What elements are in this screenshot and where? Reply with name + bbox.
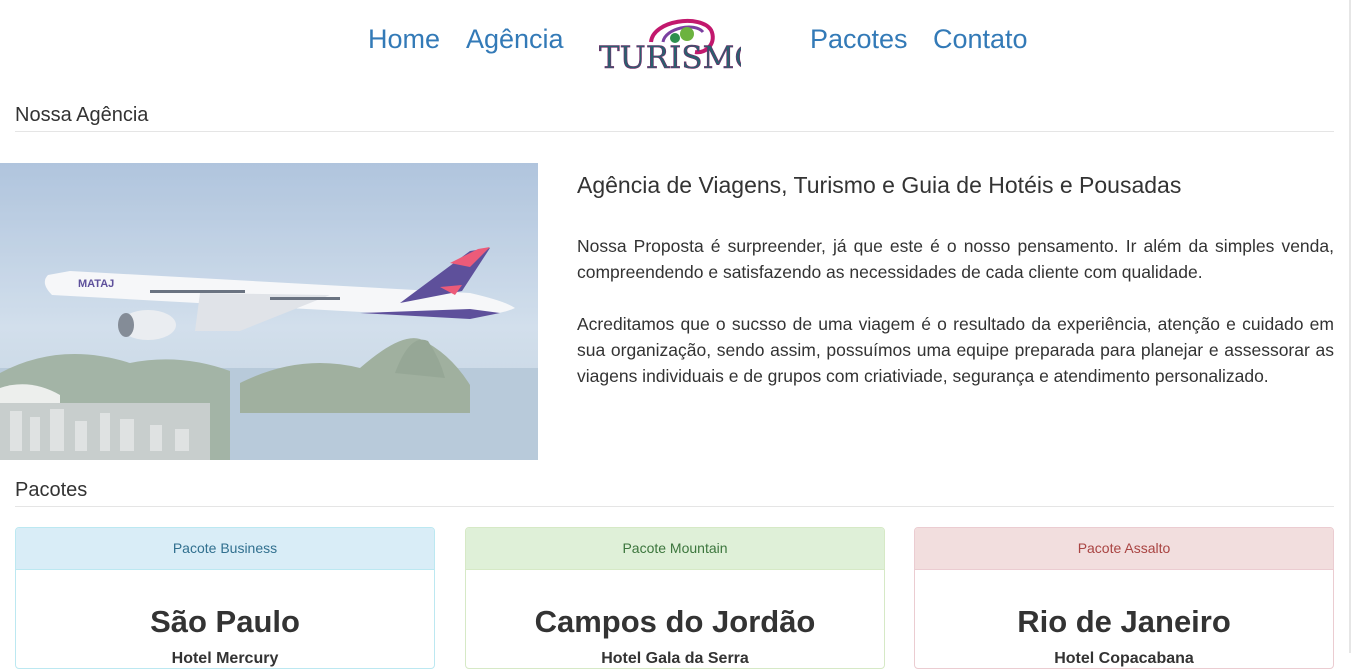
package-card-header: Pacote Assalto: [915, 528, 1333, 570]
package-card-business[interactable]: Pacote Business São Paulo Hotel Mercury: [15, 527, 435, 669]
package-card-header: Pacote Mountain: [466, 528, 884, 570]
section-divider: [15, 506, 1334, 507]
section-divider: [15, 131, 1334, 132]
nav-pacotes-link[interactable]: Pacotes: [810, 24, 908, 55]
nav-home-link[interactable]: Home: [368, 24, 440, 55]
package-card-city: São Paulo: [150, 604, 300, 639]
turismo-logo[interactable]: TURISMO: [591, 12, 760, 76]
airplane-hero-image: MATAJ: [0, 163, 538, 460]
logo-text: TURISMO: [599, 40, 741, 74]
agency-paragraph-proposal: Nossa Proposta é surpreender, já que est…: [577, 236, 1334, 282]
packages-section-title: Pacotes: [15, 479, 88, 501]
nav-agencia-link[interactable]: Agência: [466, 24, 564, 55]
package-card-city: Rio de Janeiro: [1017, 604, 1231, 639]
package-card-header: Pacote Business: [16, 528, 434, 570]
agency-section-title: Nossa Agência: [15, 104, 149, 126]
package-card-city: Campos do Jordão: [534, 604, 816, 639]
top-navbar: Home Agência TURISMO Pacotes Contato: [0, 0, 1351, 82]
package-card-mountain[interactable]: Pacote Mountain Campos do Jordão Hotel G…: [465, 527, 885, 669]
agency-heading: Agência de Viagens, Turismo e Guia de Ho…: [577, 172, 1182, 198]
package-card-assalto[interactable]: Pacote Assalto Rio de Janeiro Hotel Copa…: [914, 527, 1334, 669]
turismo-logo-graphic: TURISMO: [599, 18, 760, 76]
agency-paragraph-success: Acreditamos que o sucsso de uma viagem é…: [577, 314, 1334, 386]
nav-contato-link[interactable]: Contato: [933, 24, 1028, 55]
airplane-over-rio-illustration: MATAJ: [0, 163, 538, 460]
